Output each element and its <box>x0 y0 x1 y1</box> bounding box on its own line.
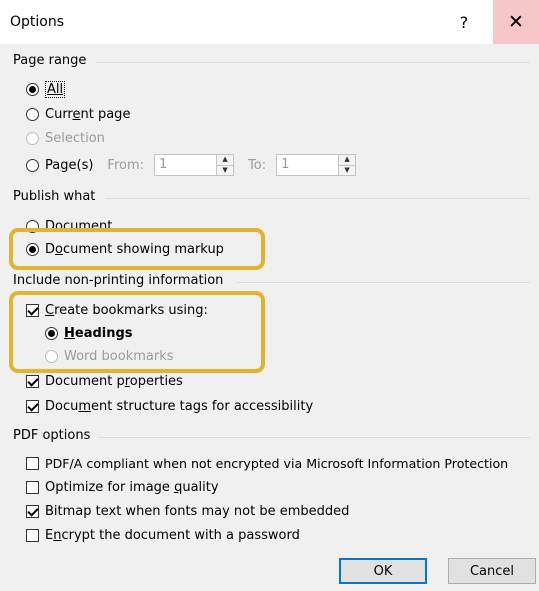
radio-all-indicator[interactable] <box>26 82 39 96</box>
radio-markup-indicator[interactable] <box>26 242 39 256</box>
radio-pages-label: Page(s) <box>45 157 94 173</box>
checkbox-encrypt[interactable]: Encrypt the document with a password <box>26 525 300 545</box>
from-stepper[interactable]: 1 ▲ ▼ <box>154 154 235 176</box>
radio-selection[interactable]: Selection <box>26 128 105 148</box>
group-divider <box>96 62 530 63</box>
pdfa-label: PDF/A compliant when not encrypted via M… <box>45 455 509 471</box>
to-stepper[interactable]: 1 ▲ ▼ <box>276 154 357 176</box>
radio-headings[interactable]: Headings <box>45 323 133 343</box>
radio-selection-indicator[interactable] <box>26 131 39 145</box>
radio-all[interactable]: All <box>26 79 66 99</box>
create-bookmarks-checkbox[interactable] <box>26 303 39 317</box>
arrow-down-icon[interactable]: ▼ <box>339 164 356 175</box>
from-label: From: <box>107 157 145 173</box>
page-range-group-label: Page range <box>13 53 87 68</box>
create-bookmarks-label: Create bookmarks using: <box>45 302 208 318</box>
help-button[interactable]: ? <box>441 0 487 44</box>
radio-word-bookmarks[interactable]: Word bookmarks <box>45 346 174 366</box>
group-divider <box>236 282 530 283</box>
checkbox-document-properties[interactable]: Document properties <box>26 371 183 391</box>
checkbox-bitmap-text[interactable]: Bitmap text when fonts may not be embedd… <box>26 501 349 521</box>
cancel-button[interactable]: Cancel <box>448 558 536 584</box>
title-bar: Options ? ✕ <box>0 0 539 44</box>
checkbox-optimize-quality[interactable]: Optimize for image quality <box>26 477 219 497</box>
radio-current-page-indicator[interactable] <box>26 107 39 121</box>
radio-document-showing-markup[interactable]: Document showing markup <box>26 239 224 259</box>
radio-pages-indicator[interactable] <box>26 158 39 172</box>
group-divider <box>98 437 530 438</box>
to-spin-buttons[interactable]: ▲ ▼ <box>338 155 356 175</box>
structure-tags-label: Document structure tags for accessibilit… <box>45 398 314 414</box>
to-value[interactable]: 1 <box>277 155 338 175</box>
radio-markup-label: Document showing markup <box>45 241 224 257</box>
close-button[interactable]: ✕ <box>493 0 539 44</box>
group-divider <box>106 198 530 199</box>
bitmap-text-label: Bitmap text when fonts may not be embedd… <box>45 503 350 519</box>
radio-selection-label: Selection <box>45 130 105 146</box>
question-mark-icon: ? <box>459 12 469 32</box>
dialog-client: Page range All Current page Selection Pa… <box>0 44 539 591</box>
encrypt-label: Encrypt the document with a password <box>45 527 300 543</box>
structure-tags-checkbox[interactable] <box>26 399 39 413</box>
checkbox-pdfa[interactable]: PDF/A compliant when not encrypted via M… <box>26 453 508 473</box>
radio-word-bookmarks-label: Word bookmarks <box>64 348 174 364</box>
from-value[interactable]: 1 <box>155 155 216 175</box>
window-title: Options <box>10 14 65 30</box>
radio-current-page-label: Current page <box>45 106 131 122</box>
pdf-options-group-label: PDF options <box>13 428 91 443</box>
encrypt-checkbox[interactable] <box>26 528 39 542</box>
checkbox-create-bookmarks[interactable]: Create bookmarks using: <box>26 300 208 320</box>
radio-headings-label: Headings <box>64 325 133 341</box>
document-properties-checkbox[interactable] <box>26 374 39 388</box>
arrow-up-icon[interactable]: ▲ <box>339 155 356 165</box>
bitmap-text-checkbox[interactable] <box>26 504 39 518</box>
optimize-quality-checkbox[interactable] <box>26 480 39 494</box>
publish-what-group-label: Publish what <box>13 189 96 204</box>
non-printing-group-label: Include non-printing information <box>13 273 224 288</box>
radio-headings-indicator[interactable] <box>45 326 58 340</box>
pdfa-checkbox[interactable] <box>26 456 39 470</box>
checkbox-structure-tags[interactable]: Document structure tags for accessibilit… <box>26 396 313 416</box>
document-properties-label: Document properties <box>45 373 183 389</box>
optimize-quality-label: Optimize for image quality <box>45 479 219 495</box>
arrow-down-icon[interactable]: ▼ <box>217 164 234 175</box>
arrow-up-icon[interactable]: ▲ <box>217 155 234 165</box>
close-icon: ✕ <box>508 11 524 33</box>
radio-pages[interactable]: Page(s) From: 1 ▲ ▼ To: 1 ▲ ▼ <box>26 153 357 177</box>
from-spin-buttons[interactable]: ▲ ▼ <box>216 155 234 175</box>
to-label: To: <box>248 157 267 173</box>
radio-all-label: All <box>45 80 66 98</box>
radio-word-bookmarks-indicator[interactable] <box>45 349 58 363</box>
radio-current-page[interactable]: Current page <box>26 104 130 124</box>
ok-button[interactable]: OK <box>339 558 427 584</box>
